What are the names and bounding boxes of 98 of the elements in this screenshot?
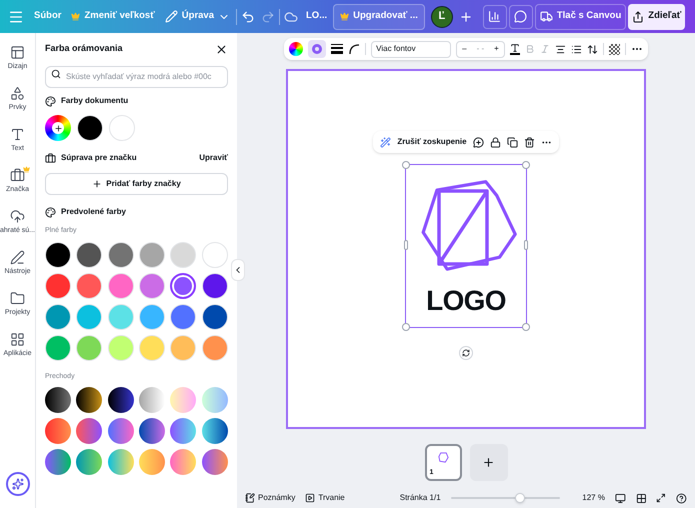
comment-add-icon[interactable] (472, 136, 484, 148)
section-title: Predvolené farby (61, 206, 126, 218)
gradient-swatch[interactable] (202, 449, 228, 475)
text-color-icon[interactable] (510, 43, 520, 55)
rail-icon (10, 168, 25, 184)
close-icon[interactable] (215, 42, 228, 56)
edit-link[interactable]: Upraviť (199, 152, 228, 164)
search-icon (51, 69, 61, 79)
logo-text: LOGO (426, 287, 506, 315)
decrease-size-button[interactable]: – (462, 43, 467, 55)
user-avatar[interactable]: Ľ (430, 6, 453, 28)
fullscreen-icon[interactable] (656, 493, 666, 503)
truck-icon (540, 10, 553, 23)
corner-icon[interactable] (348, 43, 360, 55)
gradient-swatch[interactable] (139, 418, 165, 444)
plus-icon (482, 456, 495, 469)
comment-icon[interactable] (508, 4, 533, 28)
zoom-slider[interactable] (450, 493, 560, 503)
crown-icon (22, 166, 30, 173)
gradient-swatch[interactable] (139, 387, 165, 413)
grid-icon[interactable] (636, 492, 646, 504)
duplicate-icon[interactable] (506, 136, 518, 148)
rail-icon (10, 250, 25, 266)
notes-button[interactable]: Poznámky (245, 492, 296, 504)
gradient-swatch[interactable] (76, 418, 102, 444)
magic-pencil-icon[interactable] (380, 136, 392, 148)
rail-icon (10, 45, 25, 60)
page-indicator: Stránka 1/1 (400, 492, 441, 504)
section-title: Súprava pre značku (61, 152, 138, 164)
gradient-swatch[interactable] (202, 387, 228, 413)
gradient-swatch[interactable] (45, 387, 71, 413)
gradient-swatch[interactable] (45, 418, 71, 444)
logo-thumbnail-drawing (438, 452, 448, 463)
palette-icon (45, 96, 56, 106)
design-title[interactable]: LO... (302, 4, 332, 30)
rail-icon (10, 291, 25, 306)
resize-handle[interactable] (404, 240, 408, 250)
share-icon (632, 10, 644, 22)
rail-icon (10, 332, 25, 348)
gradient-swatch[interactable] (108, 387, 134, 413)
plus-icon (54, 124, 62, 132)
spacing-icon[interactable] (586, 44, 598, 54)
upgrade-button[interactable]: Upgradovať ... (333, 4, 425, 30)
share-button[interactable]: Zdieľať (628, 4, 686, 30)
crown-icon (71, 12, 80, 21)
line-weight-icon[interactable] (331, 44, 344, 54)
duration-button[interactable]: Trvanie (305, 492, 345, 504)
resize-handle[interactable] (524, 240, 528, 250)
rail-icon (10, 209, 25, 224)
plus-icon (92, 179, 102, 189)
print-button[interactable]: Tlač s Canvou (534, 4, 626, 30)
rail-icon (10, 86, 25, 102)
gradient-swatch[interactable] (170, 449, 196, 475)
color-swatch[interactable] (170, 272, 196, 298)
gradient-swatch[interactable] (45, 449, 71, 475)
gradient-swatch[interactable] (108, 418, 134, 444)
gradient-swatch[interactable] (108, 449, 134, 475)
edit-menu[interactable]: Úprava (160, 4, 234, 30)
resize-handle[interactable] (522, 323, 530, 331)
ungroup-button[interactable]: Zrušiť zoskupenie (397, 136, 467, 148)
notes-icon (245, 493, 255, 503)
gradient-swatch[interactable] (202, 418, 228, 444)
transparency-icon[interactable] (608, 44, 620, 54)
briefcase-icon (45, 152, 56, 164)
section-title: Farby dokumentu (61, 95, 128, 107)
selection-frame[interactable]: LOGO (405, 164, 527, 328)
slider-thumb[interactable] (514, 493, 525, 503)
help-icon[interactable] (676, 492, 688, 504)
trash-icon[interactable] (524, 136, 535, 148)
cloud-icon[interactable] (282, 10, 300, 24)
increase-size-button[interactable]: + (494, 43, 499, 55)
sparkle-icon[interactable] (6, 472, 30, 496)
gradient-swatch[interactable] (170, 418, 196, 444)
gradient-swatch[interactable] (76, 387, 102, 413)
chart-icon[interactable] (482, 4, 507, 28)
monitor-icon[interactable] (614, 492, 626, 504)
rotate-handle[interactable] (459, 346, 473, 360)
resize-handle[interactable] (522, 161, 530, 169)
font-field[interactable]: Viac fontov (371, 40, 452, 58)
palette-icon (45, 206, 56, 218)
gradient-swatch[interactable] (139, 449, 165, 475)
resize-handle[interactable] (402, 323, 410, 331)
align-icon[interactable] (554, 44, 566, 54)
add-color-button[interactable] (45, 115, 71, 141)
border-style-button[interactable] (308, 40, 326, 58)
add-brand-colors-button[interactable]: Pridať farby značky (45, 173, 228, 195)
crown-icon (340, 12, 350, 21)
panel-title: Farba orámovania (45, 42, 123, 56)
search-field[interactable]: Skúste vyhľadať výraz modrá alebo #00c (45, 66, 228, 88)
rail-icon (10, 127, 25, 142)
color-wheel-icon[interactable] (289, 42, 304, 56)
pencil-icon (164, 10, 178, 23)
zoom-value: 127 % (582, 492, 605, 504)
gradient-swatch[interactable] (76, 449, 102, 475)
lock-icon[interactable] (490, 136, 501, 148)
resize-handle[interactable] (402, 161, 410, 169)
play-icon (305, 493, 316, 503)
gradient-swatch[interactable] (170, 387, 196, 413)
